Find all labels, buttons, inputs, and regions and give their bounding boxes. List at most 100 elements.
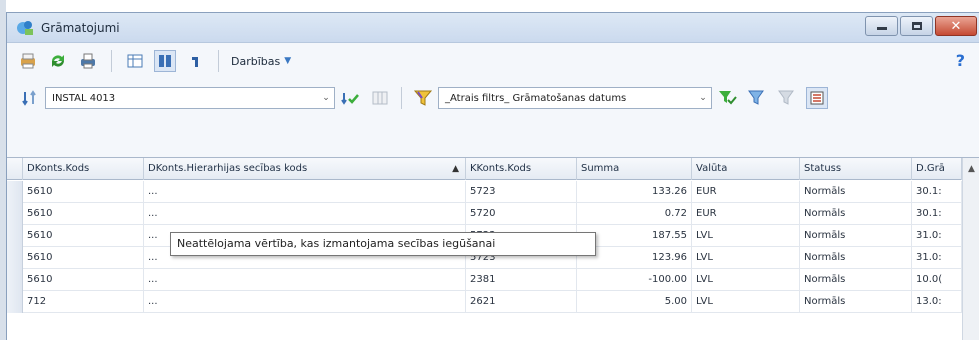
vertical-scrollbar[interactable]: ▲: [962, 158, 979, 340]
filter-toolbar: INSTAL 4013 ⌄ _Ātrais filtrs_ Grāmatošan…: [7, 79, 979, 117]
filter-settings-icon[interactable]: [806, 87, 828, 109]
row-selector[interactable]: [7, 247, 23, 269]
cell-date: 31.0:: [912, 225, 962, 247]
cell-debit-code: 5610: [23, 225, 144, 247]
help-icon[interactable]: ?: [956, 51, 965, 70]
apply-green-icon[interactable]: [339, 87, 361, 109]
cell-date: 31.0:: [912, 247, 962, 269]
minimize-icon: [876, 27, 887, 30]
cell-debit-code: 5610: [23, 247, 144, 269]
cell-status: Normāls: [800, 225, 912, 247]
sort-toggle-icon[interactable]: [19, 87, 41, 109]
row-selector[interactable]: [7, 225, 23, 247]
disabled-grid-icon: [369, 87, 391, 109]
cell-amount: -100.00: [577, 269, 692, 291]
column-header-amount[interactable]: Summa: [577, 158, 692, 180]
column-header-debit-hierarchy[interactable]: DKonts.Hierarhijas secības kods ▲: [144, 158, 466, 180]
scroll-up-icon[interactable]: ▲: [963, 158, 979, 180]
minimize-button[interactable]: [865, 16, 898, 36]
table-row[interactable]: 712 ... 2621 5.00 LVL Normāls 13.0:: [7, 291, 979, 313]
cell-currency: EUR: [692, 181, 800, 203]
maximize-icon: [911, 22, 922, 30]
cell-date: 30.1:: [912, 203, 962, 225]
row-selector[interactable]: [7, 203, 23, 225]
row-selector-header: [7, 158, 23, 180]
cell-currency: LVL: [692, 247, 800, 269]
table-row[interactable]: 5610 ... 5720 0.72 EUR Normāls 30.1:: [7, 203, 979, 225]
actions-menu-label: Darbības: [231, 54, 281, 68]
filter-icon[interactable]: [412, 87, 434, 109]
print-preview-icon[interactable]: [17, 50, 39, 72]
window-controls: ✕: [865, 16, 977, 36]
toolbar-separator: [218, 50, 219, 72]
row-selector[interactable]: [7, 291, 23, 313]
expand-icon[interactable]: [184, 50, 206, 72]
column-header-date[interactable]: D.Grā: [912, 158, 962, 180]
refresh-icon[interactable]: [47, 50, 69, 72]
account-combo-value: INSTAL 4013: [52, 92, 116, 104]
column-tooltip: Neattēlojama vērtība, kas izmantojama se…: [170, 232, 596, 256]
sort-ascending-icon: ▲: [452, 164, 459, 174]
main-toolbar: Darbības ▼ ?: [7, 43, 979, 79]
column-header-debit-code[interactable]: DKonts.Kods: [23, 158, 144, 180]
cell-status: Normāls: [800, 203, 912, 225]
cell-status: Normāls: [800, 181, 912, 203]
cell-amount: 133.26: [577, 181, 692, 203]
cell-hierarchy: ...: [144, 203, 466, 225]
cell-status: Normāls: [800, 291, 912, 313]
cell-amount: 0.72: [577, 203, 692, 225]
actions-menu[interactable]: Darbības ▼: [231, 55, 291, 68]
cell-status: Normāls: [800, 269, 912, 291]
cell-date: 13.0:: [912, 291, 962, 313]
row-selector[interactable]: [7, 269, 23, 291]
cell-credit-code: 2621: [466, 291, 577, 313]
cell-credit-code: 5723: [466, 181, 577, 203]
split-view-icon[interactable]: [154, 50, 176, 72]
quick-filter-combo[interactable]: _Ātrais filtrs_ Grāmatošanas datums ⌄: [438, 87, 712, 109]
cell-hierarchy: ...: [144, 181, 466, 203]
cell-debit-code: 5610: [23, 203, 144, 225]
maximize-button[interactable]: [900, 16, 933, 36]
toolbar-separator: [401, 87, 402, 109]
postings-window: Grāmatojumi ✕ Darbības ▼ ? INSTAL 4013 ⌄…: [6, 12, 979, 340]
chevron-down-icon[interactable]: ⌄: [695, 93, 711, 103]
cell-status: Normāls: [800, 247, 912, 269]
cell-amount: 5.00: [577, 291, 692, 313]
cell-currency: EUR: [692, 203, 800, 225]
close-icon: ✕: [950, 18, 962, 34]
filter-clear-icon: [776, 87, 798, 109]
grid-header: DKonts.Kods DKonts.Hierarhijas secības k…: [7, 158, 979, 180]
app-icon: [15, 18, 35, 38]
column-header-status[interactable]: Statuss: [800, 158, 912, 180]
cell-debit-code: 5610: [23, 269, 144, 291]
cell-credit-code: 2381: [466, 269, 577, 291]
cell-hierarchy: ...: [144, 269, 466, 291]
cell-hierarchy: ...: [144, 291, 466, 313]
columns-icon[interactable]: [124, 50, 146, 72]
title-bar: Grāmatojumi ✕: [7, 13, 979, 43]
chevron-down-icon: ▼: [284, 56, 292, 66]
row-selector[interactable]: [7, 181, 23, 203]
filter-edit-icon[interactable]: [746, 87, 768, 109]
cell-date: 10.0(: [912, 269, 962, 291]
quick-filter-value: _Ātrais filtrs_ Grāmatošanas datums: [445, 92, 627, 104]
account-combo[interactable]: INSTAL 4013 ⌄: [45, 87, 335, 109]
cell-debit-code: 712: [23, 291, 144, 313]
cell-currency: LVL: [692, 225, 800, 247]
column-header-credit-code[interactable]: KKonts.Kods: [466, 158, 577, 180]
cell-currency: LVL: [692, 269, 800, 291]
window-title: Grāmatojumi: [41, 20, 120, 35]
cell-currency: LVL: [692, 291, 800, 313]
cell-debit-code: 5610: [23, 181, 144, 203]
close-button[interactable]: ✕: [935, 16, 977, 36]
filter-apply-icon[interactable]: [716, 87, 738, 109]
table-row[interactable]: 5610 ... 2381 -100.00 LVL Normāls 10.0(: [7, 269, 979, 291]
cell-credit-code: 5720: [466, 203, 577, 225]
table-row[interactable]: 5610 ... 5723 133.26 EUR Normāls 30.1:: [7, 181, 979, 203]
chevron-down-icon[interactable]: ⌄: [318, 93, 334, 103]
column-header-debit-hierarchy-label: DKonts.Hierarhijas secības kods: [148, 163, 308, 174]
cell-date: 30.1:: [912, 181, 962, 203]
column-header-currency[interactable]: Valūta: [692, 158, 800, 180]
print-icon[interactable]: [77, 50, 99, 72]
toolbar-separator: [111, 50, 112, 72]
